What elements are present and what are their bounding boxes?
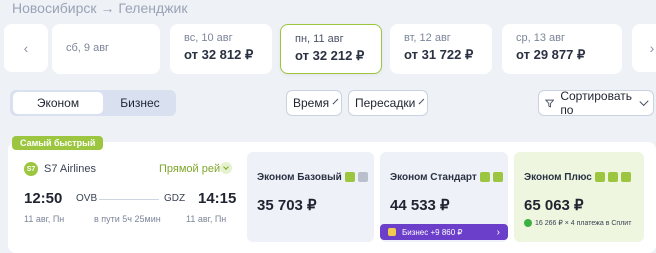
chevron-right-icon: ›: [649, 40, 655, 56]
cabin-class-toggle: Эконом Бизнес: [10, 90, 176, 116]
exchange-icon: [607, 172, 618, 182]
chevron-down-icon: [639, 96, 649, 106]
time-filter-label: Время: [293, 96, 330, 110]
departure-time: 12:50: [24, 190, 63, 207]
date-label: вс, 10 авг: [184, 32, 233, 44]
chevron-down-icon: [418, 98, 425, 104]
transfers-filter-label: Пересадки: [355, 96, 416, 110]
date-price: от 31 722 ₽: [404, 47, 474, 62]
date-price: от 32 212 ₽: [295, 48, 365, 63]
date-card[interactable]: ср, 13 авг от 29 877 ₽: [502, 24, 622, 74]
split-payment-info: 16 266 ₽ × 4 платежа в Сплит: [524, 219, 631, 227]
sort-label: Сортировать по: [560, 89, 633, 117]
upgrade-label: Бизнес +9 860 ₽: [402, 227, 463, 237]
chevron-right-icon: ›: [496, 226, 500, 238]
split-payment-label: 16 266 ₽ × 4 платежа в Сплит: [535, 220, 632, 227]
economy-tab[interactable]: Эконом: [13, 92, 103, 114]
airline-name: S7 Airlines: [44, 163, 96, 175]
chevron-down-icon: [332, 98, 339, 104]
flight-path-line: [99, 199, 159, 200]
route-arrow: →: [100, 0, 115, 16]
fare-price: 65 063 ₽: [524, 197, 584, 214]
arrival-date: 11 авг, Пн: [186, 214, 227, 224]
lock-icon: [388, 228, 396, 236]
next-dates-button[interactable]: ›: [632, 24, 656, 72]
chevron-down-icon[interactable]: [220, 162, 232, 174]
business-tab[interactable]: Бизнес: [106, 92, 174, 114]
no-change-icon: [357, 172, 368, 182]
date-price: от 32 812 ₽: [184, 47, 254, 62]
date-card[interactable]: сб, 9 авг: [52, 24, 160, 74]
date-card[interactable]: вс, 10 авг от 32 812 ₽: [170, 24, 272, 74]
fare-price: 44 533 ₽: [390, 197, 450, 214]
departure-date: 11 авг, Пн: [24, 214, 65, 224]
fare-price: 35 703 ₽: [257, 197, 317, 214]
baggage-icon: [594, 172, 605, 182]
fare-name: Эконом Стандарт: [390, 172, 477, 183]
baggage-icon: [344, 172, 355, 182]
date-label: пн, 11 авг: [295, 33, 344, 45]
luggage-icon: [492, 172, 503, 182]
origin-city: Новосибирск: [12, 0, 97, 16]
business-upgrade-button[interactable]: Бизнес +9 860 ₽ ›: [380, 224, 508, 240]
chevron-left-icon: ‹: [23, 40, 29, 56]
date-card[interactable]: вт, 12 авг от 31 722 ₽: [390, 24, 492, 74]
luggage-icon: [620, 172, 631, 182]
filter-funnel-icon: [545, 99, 555, 108]
transfers-filter-button[interactable]: Пересадки: [348, 90, 428, 116]
date-price: от 29 877 ₽: [516, 47, 586, 62]
date-label: вт, 12 авг: [404, 32, 451, 44]
date-label: ср, 13 авг: [516, 32, 565, 44]
destination-city: Геленджик: [118, 0, 188, 16]
fare-economy-plus[interactable]: Эконом Плюс 65 063 ₽: [514, 152, 644, 242]
sort-button[interactable]: Сортировать по: [538, 89, 654, 117]
date-strip: ‹ сб, 9 авг вс, 10 авг от 32 812 ₽ пн, 1…: [0, 24, 656, 76]
route-header: Новосибирск → Геленджик: [12, 0, 187, 16]
date-label: сб, 9 авг: [66, 42, 110, 54]
departure-airport: OVB: [76, 193, 98, 204]
fare-name: Эконом Базовый: [257, 172, 342, 183]
date-card-selected[interactable]: пн, 11 авг от 32 212 ₽: [280, 24, 382, 74]
arrival-airport: GDZ: [164, 193, 186, 204]
direct-flight-label: Прямой рейс: [159, 163, 226, 175]
prev-dates-button[interactable]: ‹: [4, 24, 48, 72]
fare-economy-basic[interactable]: Эконом Базовый 35 703 ₽: [247, 152, 374, 242]
arrival-time: 14:15: [198, 190, 237, 207]
split-logo-icon: [524, 219, 532, 227]
time-filter-button[interactable]: Время: [286, 90, 342, 116]
fare-name: Эконом Плюс: [524, 172, 592, 183]
flight-duration: в пути 5ч 25мин: [94, 214, 161, 224]
fastest-badge: Самый быстрый: [12, 136, 104, 150]
s7-airline-logo-icon: S7: [24, 162, 38, 176]
baggage-icon: [479, 172, 490, 182]
